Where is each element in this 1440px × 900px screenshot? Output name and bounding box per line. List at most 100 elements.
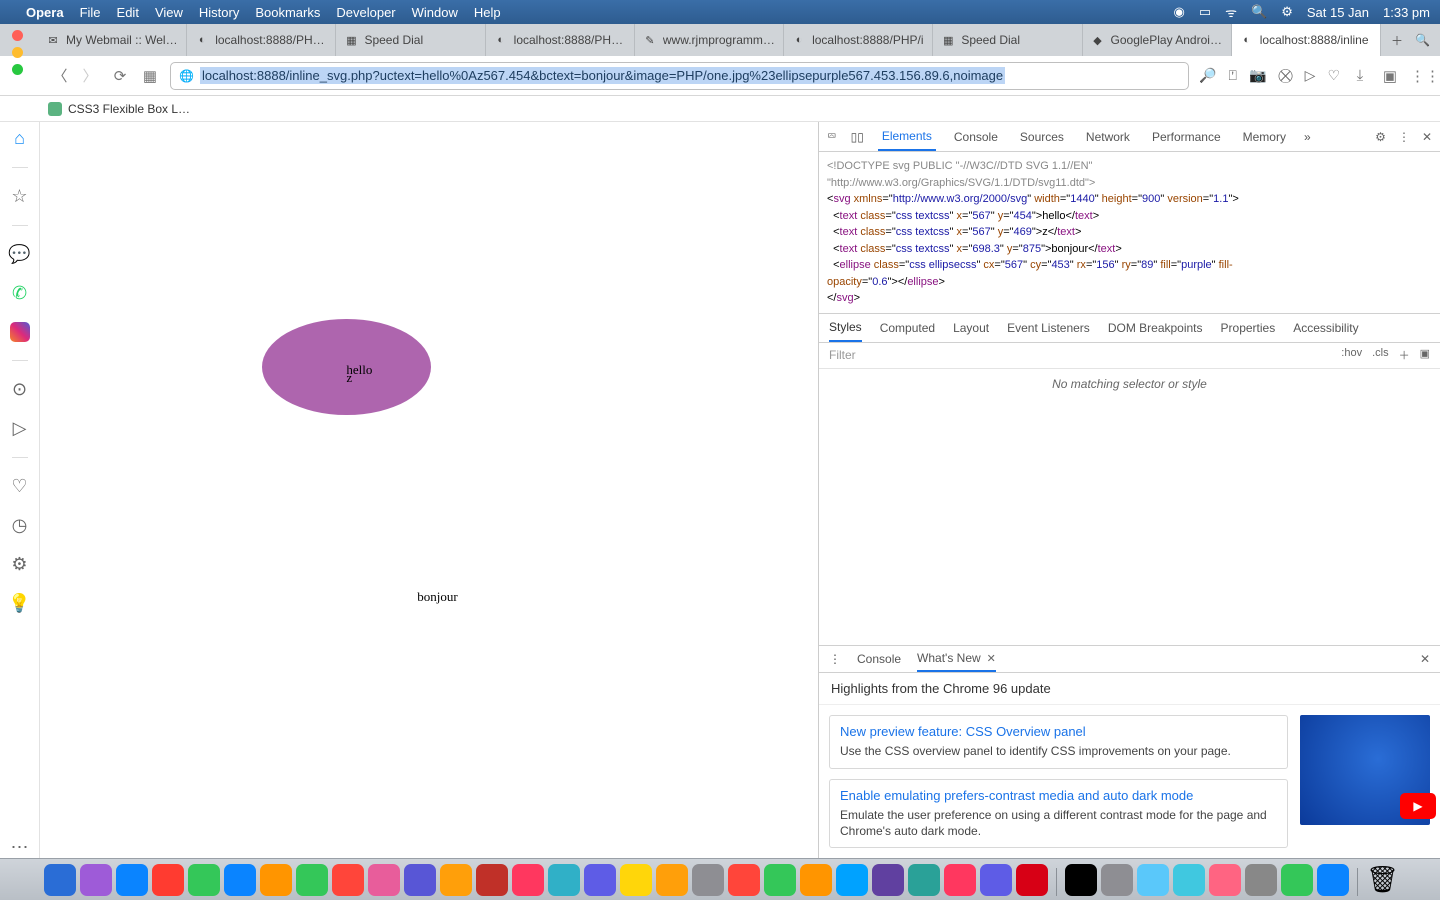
devtools-overflow-icon[interactable]: » xyxy=(1304,130,1311,144)
inspect-icon[interactable]: ⮹ xyxy=(827,129,837,144)
whatsnew-card-title[interactable]: New preview feature: CSS Overview panel xyxy=(840,724,1277,739)
menubar-date[interactable]: Sat 15 Jan xyxy=(1307,5,1369,20)
dock-app[interactable] xyxy=(1173,864,1205,896)
devtools-menu-icon[interactable]: ⋮ xyxy=(1398,130,1410,144)
dombreakpoints-tab[interactable]: DOM Breakpoints xyxy=(1108,314,1203,342)
devtools-tab-performance[interactable]: Performance xyxy=(1148,122,1225,151)
dock-app[interactable] xyxy=(512,864,544,896)
dock-app[interactable] xyxy=(620,864,652,896)
dock-app[interactable] xyxy=(836,864,868,896)
dock-app[interactable] xyxy=(44,864,76,896)
cls-toggle[interactable]: .cls xyxy=(1372,347,1389,363)
menubar-time[interactable]: 1:33 pm xyxy=(1383,5,1430,20)
dock-app[interactable] xyxy=(656,864,688,896)
menu-history[interactable]: History xyxy=(199,5,239,20)
svg-open-line[interactable]: <svg xmlns="http://www.w3.org/2000/svg" … xyxy=(827,191,1432,208)
wifi-icon[interactable]: ᯤ xyxy=(1225,3,1237,21)
dock-app[interactable] xyxy=(1065,864,1097,896)
dock-app[interactable] xyxy=(440,864,472,896)
dock-app[interactable] xyxy=(296,864,328,896)
dock-app[interactable] xyxy=(1245,864,1277,896)
devtools-tab-console[interactable]: Console xyxy=(950,122,1002,151)
menu-edit[interactable]: Edit xyxy=(117,5,139,20)
dock-app[interactable] xyxy=(980,864,1012,896)
styles-pane-toggle-icon[interactable]: ▣ xyxy=(1420,347,1430,363)
styles-filter-input[interactable]: Filter xyxy=(829,348,856,362)
dock-app[interactable] xyxy=(152,864,184,896)
browser-tab[interactable]: ▦Speed Dial xyxy=(336,24,485,56)
browser-tab[interactable]: ◐localhost:8888/PHP/i xyxy=(784,24,933,56)
drawer-menu-icon[interactable]: ⋮ xyxy=(829,652,841,666)
menu-developer[interactable]: Developer xyxy=(336,5,395,20)
dock-app[interactable] xyxy=(260,864,292,896)
menu-help[interactable]: Help xyxy=(474,5,501,20)
accessibility-tab[interactable]: Accessibility xyxy=(1293,314,1358,342)
computed-tab[interactable]: Computed xyxy=(880,314,935,342)
flow-icon[interactable]: ▷ xyxy=(13,418,27,439)
home-icon[interactable]: ⌂ xyxy=(14,128,25,149)
drawer-close-icon[interactable]: ✕ xyxy=(1420,652,1430,666)
forward-button[interactable]: 〉 xyxy=(80,65,100,86)
menubar-app[interactable]: Opera xyxy=(26,5,64,20)
devtools-tab-network[interactable]: Network xyxy=(1082,122,1134,151)
whatsapp-icon[interactable]: ✆ xyxy=(12,283,27,304)
devtools-close-icon[interactable]: ✕ xyxy=(1422,130,1432,144)
dock-app[interactable] xyxy=(476,864,508,896)
control-center-icon[interactable]: ⚙ xyxy=(1281,4,1293,20)
dock-app[interactable] xyxy=(872,864,904,896)
tab-search-icon[interactable]: 🔍 xyxy=(1415,33,1430,47)
browser-tab[interactable]: ✉My Webmail :: Welco xyxy=(38,24,187,56)
extensions-icon[interactable]: ▣ xyxy=(1380,67,1400,85)
like-icon[interactable]: ♡ xyxy=(1327,67,1340,84)
tips-icon[interactable]: 💡 xyxy=(8,593,30,614)
ellipse-line[interactable]: <ellipse class="css ellipsecss" cx="567"… xyxy=(827,257,1432,290)
browser-tab[interactable]: ✎www.rjmprogramminc xyxy=(635,24,784,56)
drawer-whatsnew-tab[interactable]: What's New✕ xyxy=(917,646,996,672)
dock-app[interactable] xyxy=(332,864,364,896)
url-field[interactable]: 🌐 localhost:8888/inline_svg.php?uctext=h… xyxy=(170,62,1189,90)
reload-button[interactable]: ⟳ xyxy=(110,67,130,85)
sidebar-more-icon[interactable]: ⋯ xyxy=(11,837,29,858)
devtools-tab-memory[interactable]: Memory xyxy=(1239,122,1290,151)
dock-app[interactable] xyxy=(188,864,220,896)
browser-tab[interactable]: ◐localhost:8888/inline xyxy=(1232,24,1381,56)
layout-tab[interactable]: Layout xyxy=(953,314,989,342)
dock-app[interactable] xyxy=(116,864,148,896)
downloads-icon[interactable]: ⤓ xyxy=(1350,67,1370,84)
translate-icon[interactable]: ⍞ xyxy=(1229,67,1237,84)
styles-tab[interactable]: Styles xyxy=(829,314,862,342)
text2-line[interactable]: <text class="css textcss" x="567" y="469… xyxy=(827,224,1432,241)
text1-line[interactable]: <text class="css textcss" x="567" y="454… xyxy=(827,208,1432,225)
devtools-settings-icon[interactable]: ⚙ xyxy=(1375,130,1386,144)
new-tab-button[interactable]: ＋ xyxy=(1391,32,1403,49)
dock-app[interactable] xyxy=(1317,864,1349,896)
send-icon[interactable]: ▷ xyxy=(1305,67,1316,84)
browser-tab[interactable]: ▦Speed Dial xyxy=(933,24,1082,56)
whatsnew-card-title[interactable]: Enable emulating prefers-contrast media … xyxy=(840,788,1277,803)
dock-app[interactable] xyxy=(584,864,616,896)
battery-icon[interactable]: ▭ xyxy=(1199,4,1211,20)
play-icon[interactable]: ▶ xyxy=(1400,793,1436,819)
new-style-rule-icon[interactable]: ＋ xyxy=(1399,347,1410,363)
block-icon[interactable]: ⛒ xyxy=(1278,67,1292,84)
site-info-icon[interactable]: 🌐 xyxy=(179,69,194,83)
close-window-button[interactable] xyxy=(12,30,23,41)
bookmarks-star-icon[interactable]: ☆ xyxy=(11,186,27,207)
menu-window[interactable]: Window xyxy=(412,5,458,20)
whatsnew-video-thumb[interactable]: ▶ xyxy=(1300,715,1430,825)
pinboards-icon[interactable]: ♡ xyxy=(11,476,27,497)
browser-tab[interactable]: ◐localhost:8888/PHP/c xyxy=(486,24,635,56)
dock-app[interactable] xyxy=(404,864,436,896)
svg-close-line[interactable]: </svg> xyxy=(827,290,1432,307)
close-icon[interactable]: ✕ xyxy=(987,652,996,665)
menu-view[interactable]: View xyxy=(155,5,183,20)
dock-app[interactable] xyxy=(800,864,832,896)
hov-toggle[interactable]: :hov xyxy=(1341,347,1362,363)
dock-app[interactable] xyxy=(1101,864,1133,896)
text3-line[interactable]: <text class="css textcss" x="698.3" y="8… xyxy=(827,241,1432,258)
browser-tab[interactable]: ◆GooglePlay AndroidAp xyxy=(1083,24,1232,56)
player-icon[interactable]: ⊙ xyxy=(12,379,27,400)
dock-app[interactable] xyxy=(1281,864,1313,896)
dock-app[interactable] xyxy=(548,864,580,896)
browser-tab[interactable]: ◐localhost:8888/PHP/c xyxy=(187,24,336,56)
